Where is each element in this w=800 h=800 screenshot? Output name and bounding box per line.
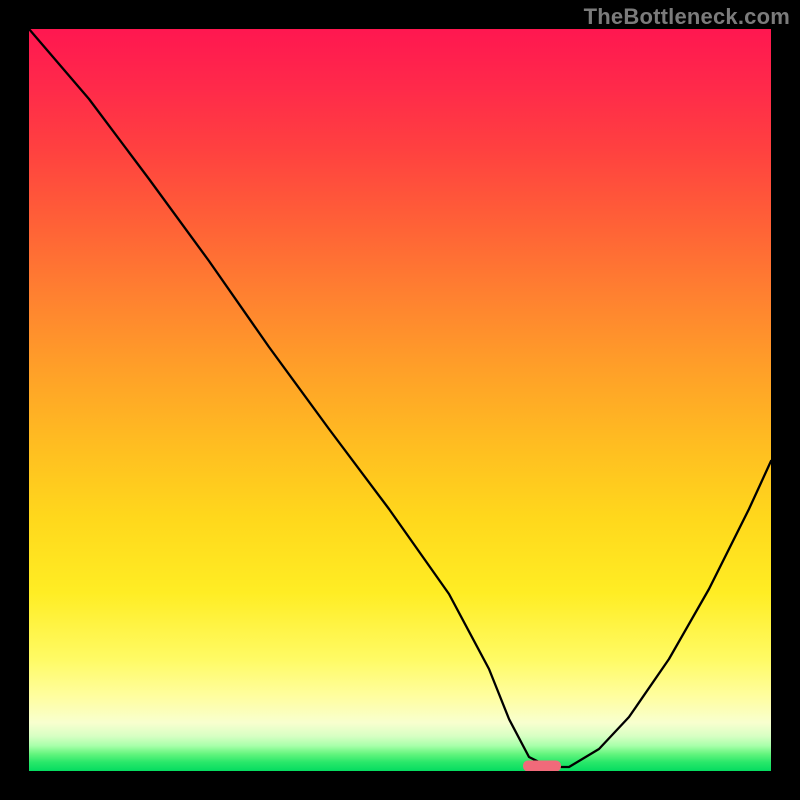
chart-frame: TheBottleneck.com [0, 0, 800, 800]
plot-area [29, 29, 771, 771]
bottleneck-curve [29, 29, 771, 767]
plot-svg [29, 29, 771, 771]
watermark-text: TheBottleneck.com [584, 4, 790, 30]
optimum-marker [523, 761, 561, 772]
